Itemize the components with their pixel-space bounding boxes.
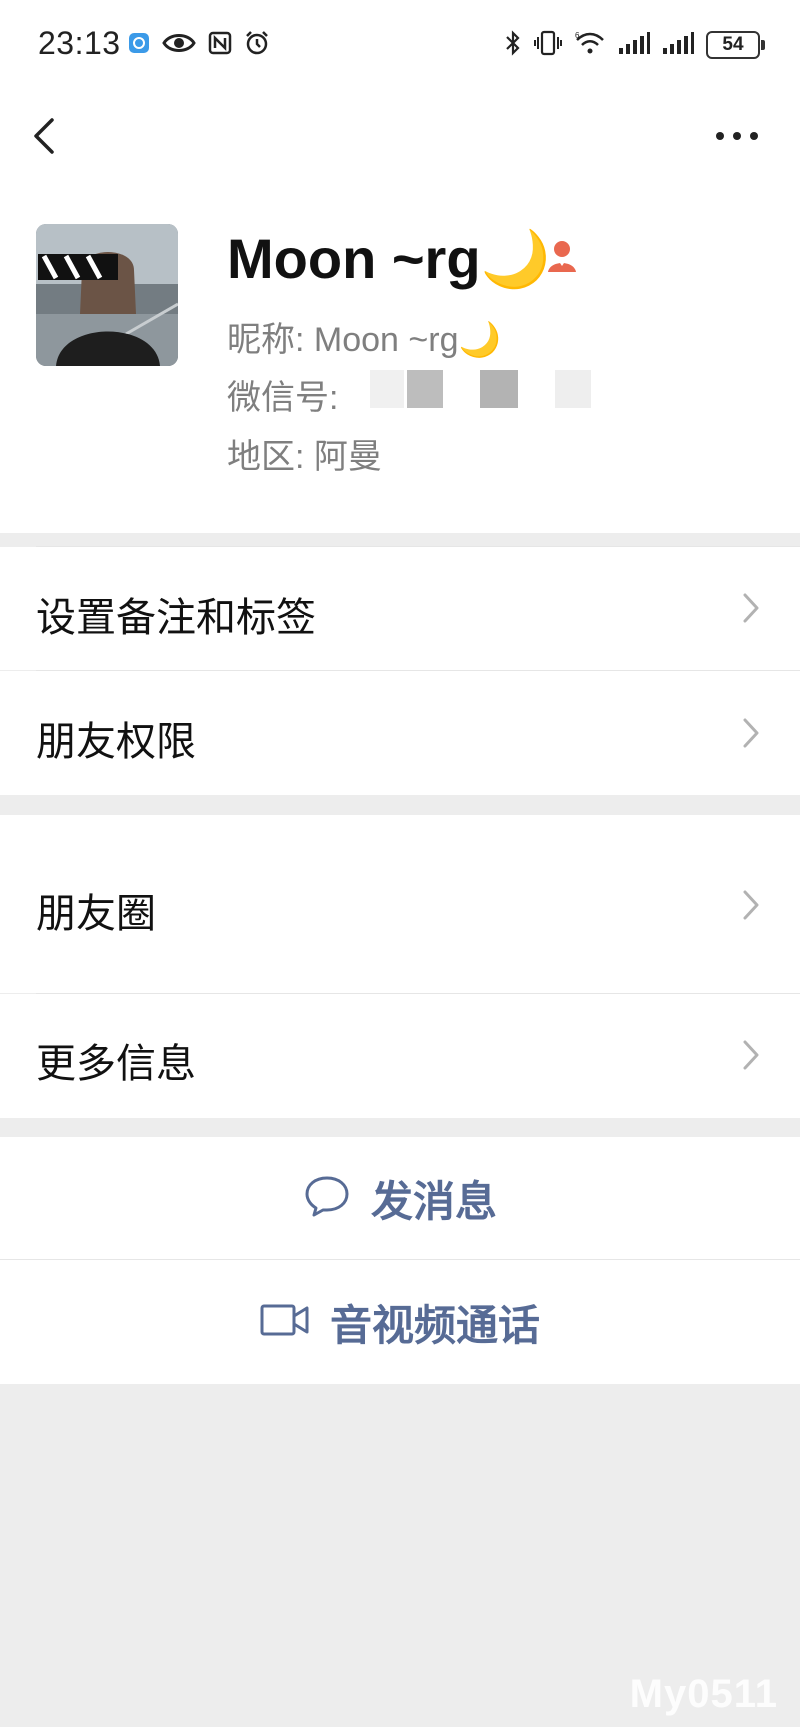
back-button[interactable] xyxy=(26,108,66,164)
female-gender-icon xyxy=(544,238,580,274)
send-message-content: 发消息 xyxy=(0,1137,800,1259)
wechat-id-redacted xyxy=(370,370,404,408)
more-options-button[interactable] xyxy=(712,118,762,154)
more-info-label: 更多信息 xyxy=(36,1042,196,1086)
vibrate-icon xyxy=(534,30,562,60)
region-line: 地区: 阿曼 xyxy=(227,429,382,478)
wechat-id-redacted xyxy=(407,370,443,408)
svg-text:6: 6 xyxy=(575,31,580,40)
av-call-content: 音视频通话 xyxy=(0,1260,800,1384)
chat-bubble-icon xyxy=(303,1174,351,1222)
display-name: Moon ~rg🌙 xyxy=(227,226,550,292)
chevron-left-icon xyxy=(26,118,66,168)
wechat-id-line: 微信号: xyxy=(227,370,338,419)
nickname-value: Moon ~rg🌙 xyxy=(313,321,501,359)
chevron-right-icon xyxy=(742,592,760,624)
wechat-id-label: 微信号: xyxy=(227,379,339,417)
status-time: 23:13 xyxy=(38,25,121,61)
more-info-item[interactable]: 更多信息 xyxy=(0,994,800,1118)
bluetooth-icon xyxy=(504,30,522,60)
avatar-image xyxy=(36,224,178,366)
nfc-icon xyxy=(208,31,232,59)
status-right-icons: 6 54 xyxy=(504,30,765,60)
nickname-label: 昵称: xyxy=(227,321,305,359)
alarm-icon xyxy=(244,30,270,60)
chevron-right-icon xyxy=(742,717,760,749)
wechat-id-redacted xyxy=(480,370,518,408)
wechat-id-redacted xyxy=(555,370,591,408)
av-call-label: 音视频通话 xyxy=(329,1301,540,1349)
eye-icon xyxy=(162,31,196,59)
set-remark-tags-label: 设置备注和标签 xyxy=(36,596,316,640)
friend-permissions-label: 朋友权限 xyxy=(36,720,196,764)
chevron-right-icon xyxy=(742,889,760,921)
signal-icon xyxy=(662,31,694,59)
signal-icon xyxy=(618,31,650,59)
site-watermark: My0511 xyxy=(629,1672,778,1716)
av-call-button[interactable]: 音视频通话 xyxy=(0,1260,800,1384)
status-left-icons xyxy=(128,30,270,60)
chevron-right-icon xyxy=(742,1039,760,1071)
region-value: 阿曼 xyxy=(313,438,382,476)
more-dots-icon xyxy=(712,132,762,158)
friend-permissions-item[interactable]: 朋友权限 xyxy=(0,671,800,795)
send-message-button[interactable]: 发消息 xyxy=(0,1137,800,1259)
nickname-line: 昵称: Moon ~rg🌙 xyxy=(227,312,501,361)
display-name-text: Moon ~rg xyxy=(227,227,481,290)
moments-label: 朋友圈 xyxy=(36,892,156,936)
app-notification-icon xyxy=(128,32,150,58)
status-bar: 23:13 6 54 xyxy=(0,0,800,92)
wifi-icon: 6 xyxy=(574,30,606,60)
avatar[interactable] xyxy=(36,224,178,366)
moments-item[interactable]: 朋友圈 xyxy=(0,815,800,993)
region-label: 地区: xyxy=(227,438,305,476)
send-message-label: 发消息 xyxy=(370,1177,497,1225)
battery-indicator: 54 xyxy=(706,31,765,59)
set-remark-tags-item[interactable]: 设置备注和标签 xyxy=(0,547,800,670)
moon-emoji: 🌙 xyxy=(480,227,551,290)
video-camera-icon xyxy=(260,1303,310,1341)
